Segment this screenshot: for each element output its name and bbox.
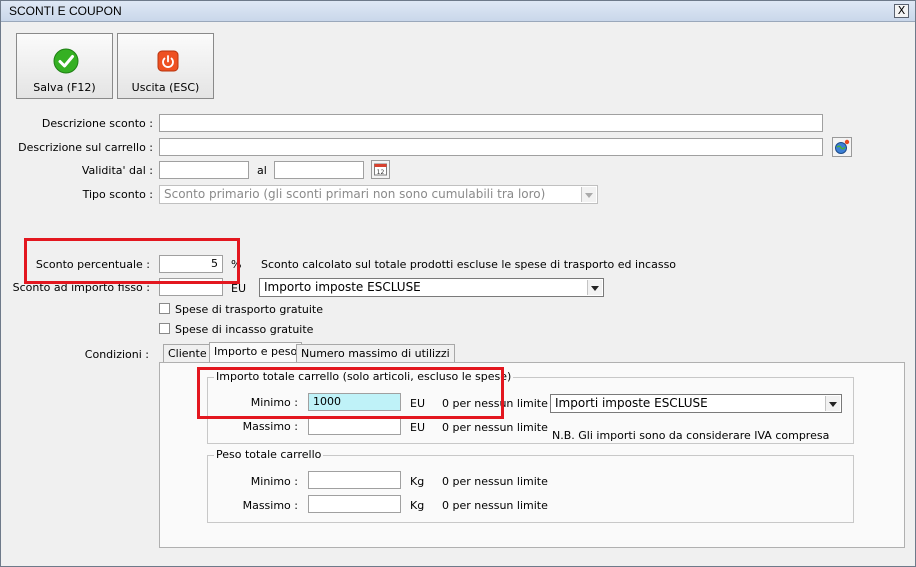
peso-massimo-hint: 0 per nessun limite <box>442 499 548 512</box>
tipo-label: Tipo sconto : <box>82 188 153 201</box>
condizioni-label: Condizioni : <box>84 348 149 361</box>
descrizione-label: Descrizione sconto : <box>41 117 153 130</box>
importo-select-value: Importo imposte ESCLUSE <box>264 280 421 294</box>
peso-massimo-unit: Kg <box>410 499 425 512</box>
peso-minimo-unit: Kg <box>410 475 425 488</box>
iva-note: N.B. Gli importi sono da considerare IVA… <box>552 429 830 442</box>
exit-button[interactable]: Uscita (ESC) <box>117 33 214 99</box>
importi-select-value: Importi imposte ESCLUSE <box>555 396 708 410</box>
importo-massimo-hint: 0 per nessun limite <box>442 421 548 434</box>
save-button-label: Salva (F12) <box>33 81 96 94</box>
checkmark-icon <box>53 48 79 74</box>
al-label: al <box>257 164 267 177</box>
calendar-icon[interactable]: 12 <box>371 160 390 179</box>
spese-incasso-checkbox[interactable] <box>159 323 170 334</box>
dialog-window: SCONTI E COUPON X Salva (F12) Uscita (ES… <box>0 0 916 567</box>
peso-minimo-label: Minimo : <box>250 475 298 488</box>
validita-dal-input[interactable] <box>159 161 249 179</box>
globe-icon[interactable] <box>832 137 852 157</box>
spese-trasporto-label: Spese di trasporto gratuite <box>175 303 324 316</box>
title-bar: SCONTI E COUPON X <box>1 1 915 22</box>
peso-group: Peso totale carrello <box>207 448 854 523</box>
highlight-importo <box>197 367 504 419</box>
tipo-select-value: Sconto primario (gli sconti primari non … <box>164 187 546 201</box>
carrello-label: Descrizione sul carrello : <box>18 141 153 154</box>
chevron-down-icon <box>587 280 602 295</box>
validita-al-input[interactable] <box>274 161 364 179</box>
peso-group-title: Peso totale carrello <box>214 448 324 461</box>
power-icon <box>157 50 179 72</box>
tipo-select: Sconto primario (gli sconti primari non … <box>159 185 598 204</box>
chevron-down-icon <box>581 187 596 202</box>
carrello-input[interactable] <box>159 138 823 156</box>
percentuale-note: Sconto calcolato sul totale prodotti esc… <box>261 258 677 271</box>
descrizione-input[interactable] <box>159 114 823 132</box>
window-title: SCONTI E COUPON <box>9 4 122 18</box>
peso-massimo-input[interactable] <box>308 495 401 513</box>
validita-label: Validita' dal : <box>81 164 153 177</box>
tab-cliente[interactable]: Cliente <box>163 344 212 362</box>
close-button[interactable]: X <box>894 4 909 18</box>
importo-massimo-unit: EU <box>410 421 426 434</box>
save-button[interactable]: Salva (F12) <box>16 33 113 99</box>
spese-trasporto-checkbox[interactable] <box>159 303 170 314</box>
svg-text:12: 12 <box>377 169 385 176</box>
exit-button-label: Uscita (ESC) <box>131 81 200 94</box>
spese-incasso-label: Spese di incasso gratuite <box>175 323 314 336</box>
peso-minimo-hint: 0 per nessun limite <box>442 475 548 488</box>
tab-numero-utilizzi[interactable]: Numero massimo di utilizzi <box>296 344 455 362</box>
chevron-down-icon <box>825 396 840 411</box>
tab-importo-peso[interactable]: Importo e peso <box>209 342 303 363</box>
peso-massimo-label: Massimo : <box>242 499 298 512</box>
importi-select[interactable]: Importi imposte ESCLUSE <box>550 394 842 413</box>
importo-massimo-label: Massimo : <box>242 420 298 433</box>
peso-minimo-input[interactable] <box>308 471 401 489</box>
importo-select[interactable]: Importo imposte ESCLUSE <box>259 278 604 297</box>
highlight-percentuale <box>24 238 240 284</box>
importo-massimo-input[interactable] <box>308 417 401 435</box>
